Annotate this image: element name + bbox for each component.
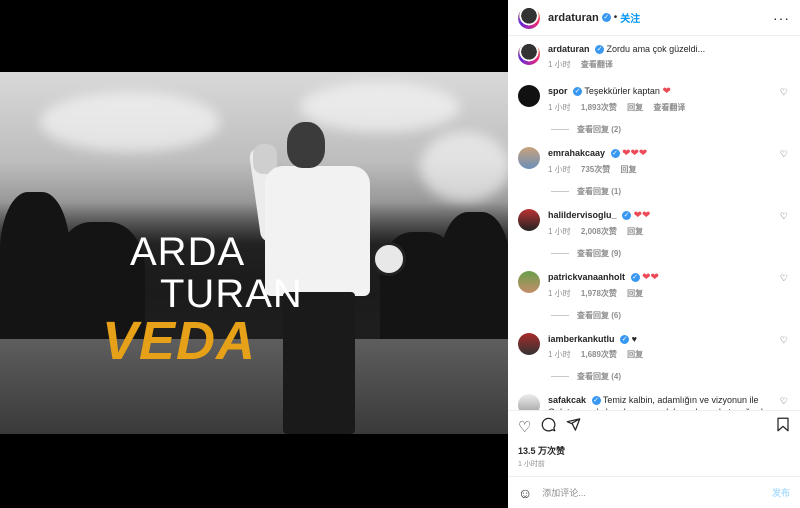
comments-list[interactable]: ardaturan ✓ Zordu ama çok güzeldi... 1 小… [508, 37, 800, 410]
comment-username[interactable]: safakcak [548, 395, 586, 405]
reply-button[interactable]: 回复 [627, 103, 643, 112]
header-username[interactable]: ardaturan [548, 12, 599, 24]
view-replies-button[interactable]: 查看回复 (4) [551, 371, 790, 382]
heart-emoji: ❤❤ [633, 210, 651, 221]
heart-icon[interactable]: ♡ [518, 418, 531, 436]
list-item: safakcak ✓ Temiz kalbin, adamlığın ve vi… [518, 394, 790, 410]
post-photo[interactable]: ARDA TURAN VEDA [0, 72, 508, 434]
avatar[interactable] [518, 6, 540, 29]
comment-input[interactable] [542, 487, 772, 498]
avatar[interactable] [518, 209, 540, 231]
comment-likes[interactable]: 1,978次赞 [581, 289, 617, 298]
heart-emoji: ❤❤ [642, 272, 659, 283]
like-comment-icon[interactable]: ♡ [780, 335, 788, 346]
verified-icon: ✓ [630, 273, 640, 283]
reply-button[interactable]: 回复 [627, 289, 643, 298]
comment-likes[interactable]: 1,689次赞 [581, 350, 617, 359]
like-comment-icon[interactable]: ♡ [780, 149, 788, 160]
verified-icon: ✓ [601, 13, 611, 22]
verified-icon: ✓ [595, 45, 605, 55]
heart-emoji: ❤ [662, 86, 671, 97]
avatar[interactable] [518, 43, 540, 65]
list-item: emrahakcaay ✓ ❤❤❤ 1 小时 735次赞 回复 ♡ [518, 147, 790, 176]
separator-dot: • [613, 12, 618, 23]
comment-time: 1 小时 [548, 165, 571, 174]
reply-button[interactable]: 回复 [627, 227, 643, 236]
verified-icon: ✓ [622, 211, 632, 221]
comment-likes[interactable]: 1,893次赞 [581, 103, 617, 112]
view-replies-button[interactable]: 查看回复 (9) [551, 248, 790, 259]
share-icon[interactable] [566, 417, 581, 436]
likes-count[interactable]: 13.5 万次赞 [518, 444, 565, 457]
post-actions: ♡ [508, 410, 800, 442]
post-sidebar: ardaturan ✓ • 关注 ··· ardaturan ✓ Zordu a… [508, 0, 800, 508]
list-item: patrickvanaanholt ✓ ❤❤ 1 小时 1,978次赞 回复 ♡ [518, 271, 790, 300]
comment-text: Teşekkürler kaptan [584, 86, 660, 96]
avatar[interactable] [518, 147, 540, 169]
like-comment-icon[interactable]: ♡ [780, 87, 788, 98]
view-replies-button[interactable]: 查看回复 (6) [551, 310, 790, 321]
comment-time: 1 小时 [548, 227, 571, 236]
comment-username[interactable]: emrahakcaay [548, 148, 605, 158]
headline-line-1: ARDA [130, 230, 246, 274]
heart-emoji: ❤❤❤ [622, 148, 648, 159]
view-replies-button[interactable]: 查看回复 (1) [551, 186, 790, 197]
comment-username[interactable]: spor [548, 86, 568, 96]
comment-icon[interactable] [541, 417, 556, 436]
like-comment-icon[interactable]: ♡ [780, 273, 788, 284]
avatar[interactable] [518, 394, 540, 410]
comment-username[interactable]: halildervisoglu_ [548, 210, 617, 220]
reply-button[interactable]: 回复 [627, 350, 643, 359]
comment-username[interactable]: iamberkankutlu [548, 334, 615, 344]
reply-button[interactable]: 回复 [621, 165, 637, 174]
avatar[interactable] [518, 271, 540, 293]
emoji-icon[interactable]: ☺ [518, 485, 532, 501]
comment-time: 1 小时 [548, 289, 571, 298]
avatar[interactable] [518, 85, 540, 107]
verified-icon: ✓ [620, 335, 630, 345]
bookmark-icon[interactable] [776, 417, 790, 436]
post-button[interactable]: 发布 [772, 486, 790, 499]
more-options-icon[interactable]: ··· [773, 10, 790, 26]
caption-username[interactable]: ardaturan [548, 44, 590, 54]
avatar[interactable] [518, 333, 540, 355]
translate-link[interactable]: 查看翻译 [581, 60, 613, 69]
verified-icon: ✓ [610, 149, 620, 159]
list-item: halildervisoglu_ ✓ ❤❤ 1 小时 2,008次赞 回复 ♡ [518, 209, 790, 238]
comment-time: 1 小时 [548, 350, 571, 359]
like-comment-icon[interactable]: ♡ [780, 211, 788, 222]
list-item: iamberkankutlu ✓ ♥ 1 小时 1,689次赞 回复 ♡ [518, 333, 790, 361]
caption-time: 1 小时 [548, 60, 571, 69]
post-header: ardaturan ✓ • 关注 ··· [508, 0, 800, 36]
comment-likes[interactable]: 2,008次赞 [581, 227, 617, 236]
comment-username[interactable]: patrickvanaanholt [548, 272, 625, 282]
comment-likes[interactable]: 735次赞 [581, 165, 610, 174]
post-media: ARDA TURAN VEDA [0, 0, 508, 508]
translate-link[interactable]: 查看翻译 [653, 103, 685, 112]
comment-time: 1 小时 [548, 103, 571, 112]
like-comment-icon[interactable]: ♡ [780, 396, 788, 407]
follow-button[interactable]: 关注 [620, 10, 640, 25]
list-item: spor ✓ Teşekkürler kaptan ❤ 1 小时 1,893次赞… [518, 85, 790, 114]
heart-emoji: ♥ [631, 334, 637, 344]
view-replies-button[interactable]: 查看回复 (2) [551, 124, 790, 135]
boots-image [372, 242, 406, 276]
add-comment-bar: ☺ 发布 [508, 476, 800, 508]
verified-icon: ✓ [573, 87, 583, 97]
caption: ardaturan ✓ Zordu ama çok güzeldi... 1 小… [518, 43, 790, 71]
post-timestamp: 1 小时前 [518, 461, 545, 468]
verified-icon: ✓ [591, 396, 601, 406]
headline-line-3: VEDA [102, 311, 257, 371]
caption-text: Zordu ama çok güzeldi... [606, 44, 706, 54]
